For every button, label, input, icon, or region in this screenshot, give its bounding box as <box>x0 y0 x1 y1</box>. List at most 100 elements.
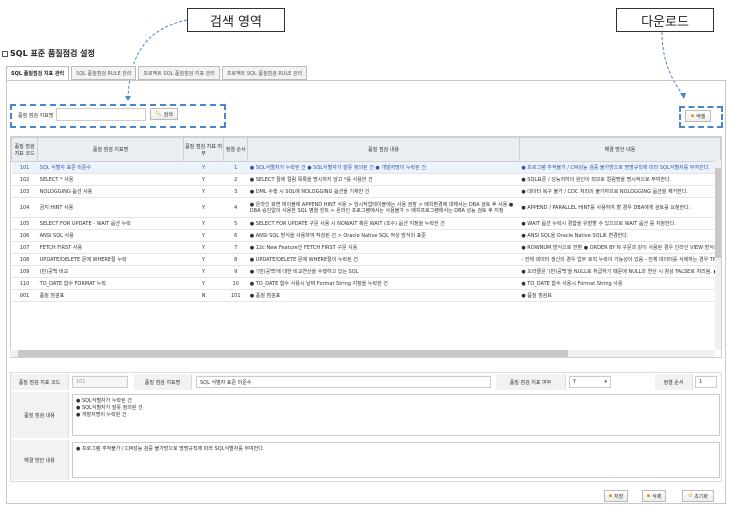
yn-label: 품질 점검 지표 여부 <box>496 374 566 390</box>
cell-yn: Y <box>183 277 224 290</box>
cell-name: FETCH FIRST 사용 <box>37 241 184 254</box>
cell-yn: Y <box>183 253 224 266</box>
col-header-code[interactable]: 품질 점검 지표 코드 <box>11 137 39 162</box>
order-label: 정렬 순서 <box>655 374 693 390</box>
tab-sql-quality-rule[interactable]: SQL 품질점검 RULE 관리 <box>71 66 137 80</box>
cell-order: 4 <box>223 197 248 218</box>
grid-table: 품질 점검 지표 코드 품질 점검 지표명 품질 점검 지표 여부 정렬 순서 … <box>11 137 721 302</box>
table-row[interactable]: 106 ANSI SQL 사용 Y 6 ● ANSI SQL 방식을 사용하여 작성된 … <box>11 229 721 242</box>
search-button[interactable]: 🔍︎ 검색 <box>150 108 178 120</box>
col-header-yn[interactable]: 품질 점검 지표 여부 <box>182 137 225 162</box>
delete-icon: ▪ <box>646 493 651 499</box>
name-field[interactable]: SQL 식별자 표준 미준수 <box>196 376 491 388</box>
delete-button[interactable]: ▪ 삭제 <box>642 490 666 502</box>
table-row[interactable]: 001 품질 점검표 N 101 ● 품질 점검표 ● 품질 점검표 <box>11 289 721 302</box>
solution-textarea[interactable]: ● 프로그램 추적불가 / CM성능 검증 불가방으로 명명규칙에 따라 SQL… <box>72 442 720 478</box>
checkbox-icon <box>2 50 8 57</box>
horizontal-scrollbar[interactable] <box>10 350 715 357</box>
cell-content: ● DML 수행 시 SQL에 NOLOGGING 옵션을 기재한 건 <box>247 185 520 198</box>
cell-name: SELECT FOR UPDATE - WAIT 옵션 누락 <box>37 217 184 230</box>
cell-order: 2 <box>223 173 248 186</box>
cell-order: 8 <box>223 253 248 266</box>
search-label: 품질 점검 지표명 <box>18 113 54 119</box>
cell-content: ● SQL식별자가 누락된 건 ● SQL식별자가 잘못 정의된 건 ● 개발자… <box>247 161 520 174</box>
cell-yn: Y <box>183 265 224 278</box>
table-row[interactable]: 102 SELECT * 사용 Y 2 ● SELECT 절에 컬럼 목록을 명시하지 … <box>11 173 721 186</box>
save-button-label: 저장 <box>614 493 624 500</box>
cell-order: 10 <box>223 277 248 290</box>
search-button-label: 검색 <box>163 111 173 118</box>
code-field[interactable]: 101 <box>72 376 128 388</box>
cell-content: ● 12c New Feature인 FETCH FIRST 구문 사용 <box>247 241 520 254</box>
excel-button-label: 엑셀 <box>696 113 706 120</box>
solution-text: ● 프로그램 추적불가 / CM성능 검증 불가방으로 명명규칙에 따라 SQL… <box>76 446 265 452</box>
yn-select[interactable]: Y ▾ <box>569 376 611 388</box>
cell-solution: ● 프로그램 추적불가 / CM성능 검증 불가방으로 명명규칙에 따라 SQL… <box>519 161 721 174</box>
table-row[interactable]: 108 UPDATE/DELETE 문에 WHERE절 누락 Y 8 ● UPDATE/… <box>11 253 721 266</box>
order-field[interactable]: 1 <box>695 376 717 388</box>
cell-code: 001 <box>11 289 38 302</box>
table-row[interactable]: 107 FETCH FIRST 사용 Y 7 ● 12c New Feature인 FE… <box>11 241 721 254</box>
cell-name: SELECT * 사용 <box>37 173 184 186</box>
cell-code: 103 <box>11 185 38 198</box>
grid-body: 101 SQL 식별자 표준 미준수 Y 1 ● SQL식별자가 누락된 건 ● SQL… <box>11 161 721 302</box>
cell-content: ● TO_DATE 함수 사용시 날짜 Format String 지정을 누락… <box>247 277 520 290</box>
horizontal-scroll-thumb[interactable] <box>18 350 568 357</box>
cell-yn: Y <box>183 173 224 186</box>
cell-code: 108 <box>11 253 38 266</box>
cell-solution: ● TO_DATE 함수 사용시 Format String 사용 <box>519 277 721 290</box>
table-row[interactable]: 103 NOLOGGING 옵션 사용 Y 3 ● DML 수행 시 SQL에 NOLO… <box>11 185 721 198</box>
cell-yn: Y <box>183 241 224 254</box>
excel-button[interactable]: ▪ 엑셀 <box>685 110 711 122</box>
cell-name: (반)공백 비교 <box>37 265 184 278</box>
cell-content: ● 품질 점검표 <box>247 289 520 302</box>
cell-name: TO_DATE 함수 FORMAT 누락 <box>37 277 184 290</box>
delete-button-label: 삭제 <box>652 493 662 500</box>
cell-solution: ● APPEND / PARALLEL HINT를 사용하여 할 경우 DBA에… <box>519 197 721 218</box>
cell-code: 107 <box>11 241 38 254</box>
search-input[interactable] <box>56 108 146 121</box>
tab-bar: SQL 품질점검 지표 관리 SQL 품질점검 RULE 관리 프로젝트 SQL… <box>6 66 308 80</box>
code-label: 품질 점검 지표 코드 <box>11 374 69 390</box>
cell-order: 5 <box>223 217 248 230</box>
cell-order: 1 <box>223 161 248 174</box>
page-title: SQL 표준 품질점검 설정 <box>10 49 95 58</box>
solution-label: 해결 방안 내용 <box>11 440 69 480</box>
cell-yn: Y <box>183 197 224 218</box>
yn-select-value: Y <box>573 379 577 385</box>
table-row[interactable]: 110 TO_DATE 함수 FORMAT 누락 Y 10 ● TO_DATE 함수 사… <box>11 277 721 290</box>
content-line: ● 개발자명이 누락된 건 <box>76 412 127 418</box>
cell-solution: ● ANSI SQL을 Oracle Native SQL로 변경한다. <box>519 229 721 242</box>
col-header-content[interactable]: 품질 점검 내용 <box>247 137 520 162</box>
save-button[interactable]: ▪ 저장 <box>604 490 628 502</box>
cell-name: 품질 점검표 <box>37 289 184 302</box>
cell-order: 7 <box>223 241 248 254</box>
reset-button[interactable]: ↺ 초기화 <box>682 490 714 502</box>
table-row[interactable]: 109 (반)공백 비교 Y 9 ● '(반)공백'에 대한 비교연산을 수행하고 있는… <box>11 265 721 278</box>
cell-yn: Y <box>183 161 224 174</box>
col-header-order[interactable]: 정렬 순서 <box>223 137 249 162</box>
vertical-scrollbar[interactable] <box>715 160 721 350</box>
content-label: 품질 점검 내용 <box>11 392 69 438</box>
col-header-solution[interactable]: 해결 방안 내용 <box>518 137 721 162</box>
cell-content: ● ANSI SQL 방식을 사용하여 작성된 건 > Oracle Nativ… <box>247 229 520 242</box>
cell-code: 101 <box>11 161 38 174</box>
table-row[interactable]: 104 금지 HINT 사용 Y 4 ● 온라인 화면 테이블에 APPEND HINT… <box>11 197 721 218</box>
content-textarea[interactable]: ● SQL식별자가 누락된 건 ● SQL식별자가 잘못 정의된 건 ● 개발자… <box>72 394 720 436</box>
cell-name: SQL 식별자 표준 미준수 <box>37 161 184 174</box>
table-row[interactable]: 101 SQL 식별자 표준 미준수 Y 1 ● SQL식별자가 누락된 건 ● SQL… <box>11 161 721 174</box>
cell-code: 110 <box>11 277 38 290</box>
cell-solution: ● 품질 점검표 <box>519 289 721 302</box>
table-row[interactable]: 105 SELECT FOR UPDATE - WAIT 옵션 누락 Y 5 ● SEL… <box>11 217 721 230</box>
cell-code: 105 <box>11 217 38 230</box>
col-header-name[interactable]: 품질 점검 지표명 <box>37 137 184 162</box>
reset-button-label: 초기화 <box>694 493 708 500</box>
vertical-scroll-thumb[interactable] <box>715 168 721 258</box>
cell-content: ● UPDATE/DELETE 문에 WHERE절이 누락된 건 <box>247 253 520 266</box>
tab-project-quality-rule[interactable]: 프로젝트 SQL 품질점검 RULE 관리 <box>221 66 308 80</box>
cell-content: ● SELECT 절에 컬럼 목록을 명시하지 않고 *를 사용한 건 <box>247 173 520 186</box>
cell-name: NOLOGGING 옵션 사용 <box>37 185 184 198</box>
tab-project-quality-index[interactable]: 프로젝트 SQL 품질점검 지표 관리 <box>138 66 220 80</box>
tab-sql-quality-index[interactable]: SQL 품질점검 지표 관리 <box>6 66 70 80</box>
excel-icon: ▪ <box>690 113 695 119</box>
